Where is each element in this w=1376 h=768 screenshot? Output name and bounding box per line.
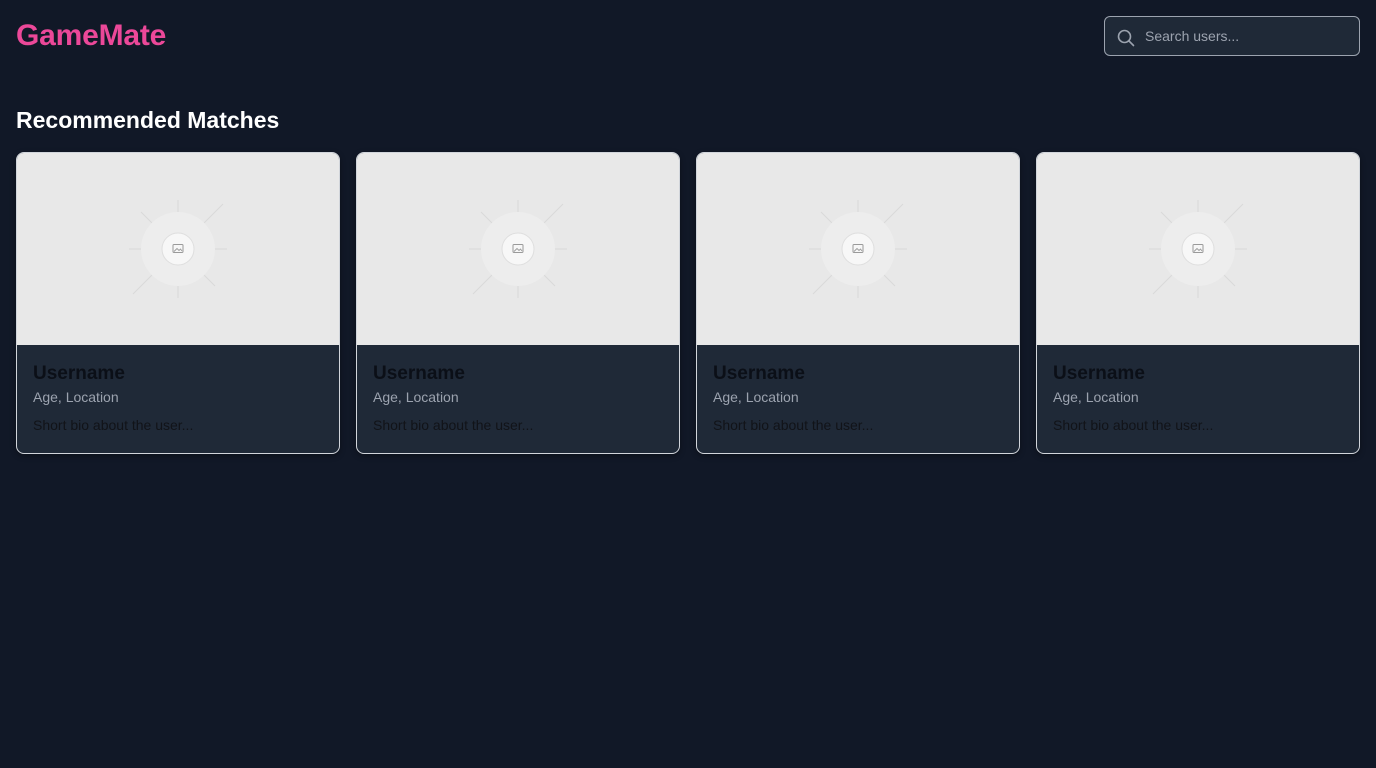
- image-placeholder-icon: [1149, 200, 1247, 298]
- card-bio: Short bio about the user...: [1053, 417, 1214, 433]
- search-box[interactable]: [1104, 16, 1360, 56]
- app-logo[interactable]: GameMate: [16, 17, 166, 55]
- match-card[interactable]: Username Age, Location Short bio about t…: [356, 152, 680, 454]
- image-placeholder-icon: [129, 200, 227, 298]
- card-image-placeholder: [17, 153, 339, 345]
- card-username: Username: [33, 363, 125, 384]
- section-title: Recommended Matches: [16, 107, 280, 133]
- match-card[interactable]: Username Age, Location Short bio about t…: [16, 152, 340, 454]
- search-icon: [1117, 29, 1135, 47]
- match-card[interactable]: Username Age, Location Short bio about t…: [1036, 152, 1360, 454]
- app-root: GameMate Recommended Matches: [0, 0, 1376, 768]
- match-card[interactable]: Username Age, Location Short bio about t…: [696, 152, 1020, 454]
- card-age-location: Age, Location: [33, 389, 119, 405]
- card-username: Username: [1053, 363, 1145, 384]
- image-placeholder-icon: [809, 200, 907, 298]
- match-card-list: Username Age, Location Short bio about t…: [16, 152, 1360, 454]
- card-body: Username Age, Location Short bio about t…: [357, 345, 679, 434]
- card-bio: Short bio about the user...: [373, 417, 534, 433]
- card-username: Username: [373, 363, 465, 384]
- card-username: Username: [713, 363, 805, 384]
- card-body: Username Age, Location Short bio about t…: [697, 345, 1019, 434]
- card-bio: Short bio about the user...: [33, 417, 194, 433]
- card-age-location: Age, Location: [713, 389, 799, 405]
- card-age-location: Age, Location: [1053, 389, 1139, 405]
- card-image-placeholder: [357, 153, 679, 345]
- card-body: Username Age, Location Short bio about t…: [17, 345, 339, 434]
- card-image-placeholder: [1037, 153, 1359, 345]
- search-input[interactable]: [1145, 17, 1351, 55]
- card-body: Username Age, Location Short bio about t…: [1037, 345, 1359, 434]
- top-header: GameMate: [0, 0, 1376, 72]
- image-placeholder-icon: [469, 200, 567, 298]
- card-image-placeholder: [697, 153, 1019, 345]
- card-age-location: Age, Location: [373, 389, 459, 405]
- card-bio: Short bio about the user...: [713, 417, 874, 433]
